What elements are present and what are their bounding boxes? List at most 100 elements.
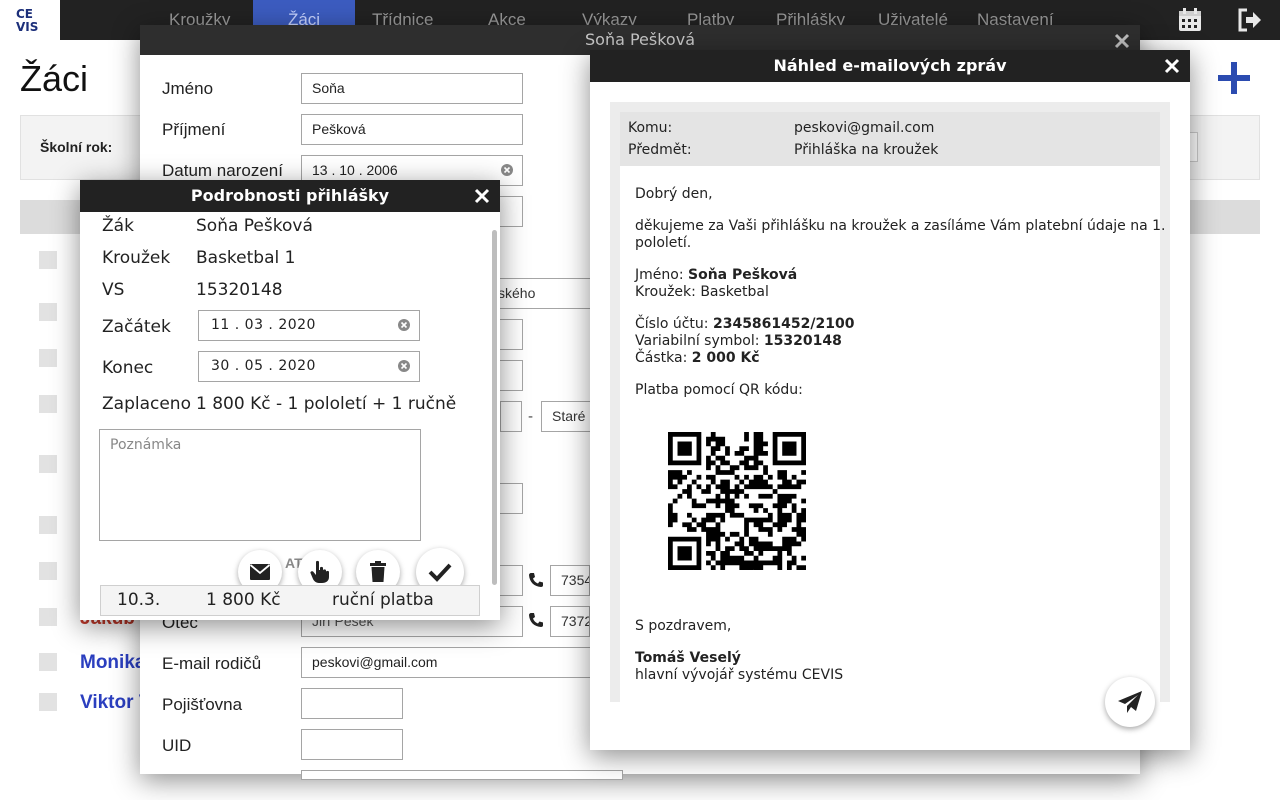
logout-icon[interactable] [1236,6,1264,34]
range-dash: - [528,409,534,425]
payment-amount: 1 800 Kč [206,590,281,610]
cevis-logo[interactable]: CE VIS [0,0,60,40]
email-account-line: Číslo účtu: 2345861452/2100 [635,316,854,333]
end-date-value: 30 . 05 . 2020 [211,358,316,374]
first-name-input[interactable]: Soňa [301,73,523,104]
row-checkbox[interactable] [39,303,57,321]
check-icon [428,563,452,582]
email-intro-line2: pololetí. [635,235,692,251]
payment-method: ruční platba [332,590,434,610]
vs-value: 15320148 [763,333,842,349]
school-year-label: Školní rok: [40,139,113,155]
qr-code-modules [668,432,806,570]
subject-label: Předmět: [628,142,692,158]
row-checkbox[interactable] [39,251,57,269]
close-icon[interactable] [473,187,491,205]
email-name-line: Jméno: Soňa Pešková [635,267,797,284]
name-value: Soňa Pešková [688,267,798,283]
vs-value: 15320148 [196,280,283,300]
student-name-link[interactable]: Monika [80,652,145,674]
student-value: Soňa Pešková [196,216,313,236]
uid-label: UID [162,736,192,755]
row-checkbox[interactable] [39,516,57,534]
close-icon[interactable] [1163,57,1181,75]
application-details-dialog: Podrobnosti přihlášky Žák Soňa Pešková K… [80,180,500,620]
parent-email-input[interactable]: peskovi@gmail.com [301,647,623,678]
account-label: Číslo účtu: [635,316,709,332]
end-date-input[interactable]: 30 . 05 . 2020 [198,351,420,382]
last-name-input[interactable]: Pešková [301,114,523,145]
email-headers: Komu: peskovi@gmail.com Předmět: Přihláš… [620,112,1160,166]
club-label: Kroužek [102,248,171,268]
payment-row: 10.3. 1 800 Kč ruční platba [100,585,480,616]
email-qr-label: Platba pomocí QR kódu: [635,382,803,398]
row-checkbox[interactable] [39,349,57,367]
start-date-input[interactable]: 11 . 03 . 2020 [198,310,420,341]
email-amount-line: Částka: 2 000 Kč [635,350,760,367]
note-textarea[interactable]: Poznámka [99,429,421,541]
envelope-icon [249,564,271,580]
send-button[interactable] [1105,677,1155,727]
vs-label: Variabilní symbol: [635,333,760,349]
qr-code-image [668,432,806,570]
end-label: Konec [102,358,154,378]
paid-label: Zaplaceno [102,394,191,414]
email-preview-dialog: Náhled e-mailových zpráv Komu: peskovi@g… [590,50,1190,750]
phone-input[interactable]: 7372 [550,606,590,637]
start-label: Začátek [102,317,171,337]
logo-line2: VIS [16,20,38,34]
subject-value: Přihláška na kroužek [794,142,939,158]
application-dialog-title: Podrobnosti přihlášky [80,180,500,212]
clear-icon[interactable] [397,359,411,373]
calendar-icon[interactable] [1176,6,1204,34]
signature-role: hlavní vývojář systému CEVIS [635,667,844,683]
field-input[interactable] [500,401,522,432]
student-label: Žák [102,216,134,236]
row-checkbox[interactable] [39,693,57,711]
email-greeting: Dobrý den, [635,186,713,202]
signature-name: Tomáš Veselý [635,650,741,666]
field-input[interactable] [301,770,623,780]
scrollbar[interactable] [492,230,497,585]
amount-value: 2 000 Kč [691,350,760,366]
hand-pointer-icon [310,560,329,583]
add-student-icon[interactable] [1216,60,1252,96]
first-name-label: Jméno [162,79,214,98]
paper-plane-icon [1118,691,1142,713]
parent-email-label: E-mail rodičů [162,654,262,673]
paid-value: 1 800 Kč - 1 pololetí + 1 ručně [196,394,457,414]
row-checkbox[interactable] [39,395,57,413]
row-checkbox[interactable] [39,608,57,626]
phone-icon [529,613,543,627]
row-checkbox[interactable] [39,562,57,580]
email-body: Dobrý den, děkujeme za Vaši přihlášku na… [620,166,1166,702]
account-value: 2345861452/2100 [712,316,855,332]
birth-date-value: 13 . 10 . 2006 [312,162,398,178]
email-intro-line1: děkujeme za Vaši přihlášku na kroužek a … [635,218,1166,234]
insurance-input[interactable] [301,688,403,719]
club-label: Kroužek: [635,284,696,300]
insurance-label: Pojišťovna [162,695,243,714]
to-label: Komu: [628,120,673,136]
clear-icon[interactable] [500,163,514,177]
vs-label: VS [102,280,125,300]
row-checkbox[interactable] [39,653,57,671]
amount-label: Částka: [635,350,688,366]
email-vs-line: Variabilní symbol: 15320148 [635,333,842,350]
club-value: Basketbal [700,284,769,300]
phone-icon [529,573,543,587]
email-closing: S pozdravem, [635,618,732,634]
club-value: Basketbal 1 [196,248,296,268]
close-icon[interactable] [1113,32,1131,50]
email-club-line: Kroužek: Basketbal [635,284,769,301]
name-label: Jméno: [635,267,684,283]
start-date-value: 11 . 03 . 2020 [211,317,316,333]
clear-icon[interactable] [397,318,411,332]
payment-date: 10.3. [117,590,161,610]
trash-icon [370,561,386,582]
to-value: peskovi@gmail.com [794,120,935,136]
email-dialog-title: Náhled e-mailových zpráv [590,50,1190,82]
row-checkbox[interactable] [39,455,57,473]
phone-input[interactable]: 7354 [550,565,590,596]
uid-input[interactable] [301,729,403,760]
